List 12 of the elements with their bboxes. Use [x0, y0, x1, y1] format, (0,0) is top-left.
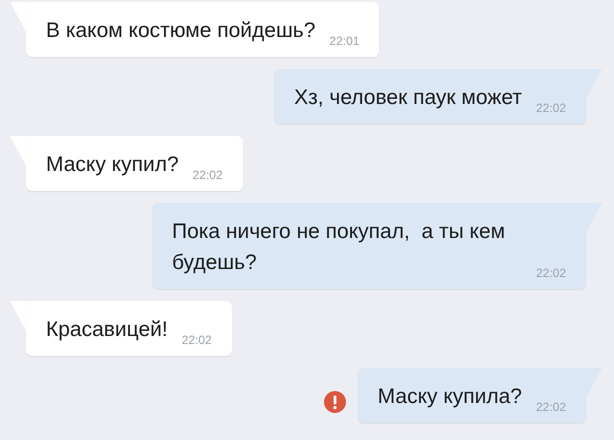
message-time: 22:02	[192, 168, 223, 182]
message-text: В каком костюме пойдешь?	[46, 18, 316, 44]
message-time: 22:02	[536, 101, 566, 115]
message-time: 22:01	[329, 34, 360, 48]
message-time: 22:02	[536, 400, 566, 414]
message-text: Красавицей!	[46, 317, 168, 343]
message-text: Маску купила?	[378, 384, 522, 410]
message-text: Маску купил?	[46, 152, 179, 178]
message-time: 22:02	[536, 266, 566, 280]
message-text: Пока ничего не покупал, а ты кем будешь?	[172, 219, 506, 276]
message-text: Хз, человек паук может	[294, 85, 522, 111]
message-time: 22:02	[182, 333, 212, 347]
